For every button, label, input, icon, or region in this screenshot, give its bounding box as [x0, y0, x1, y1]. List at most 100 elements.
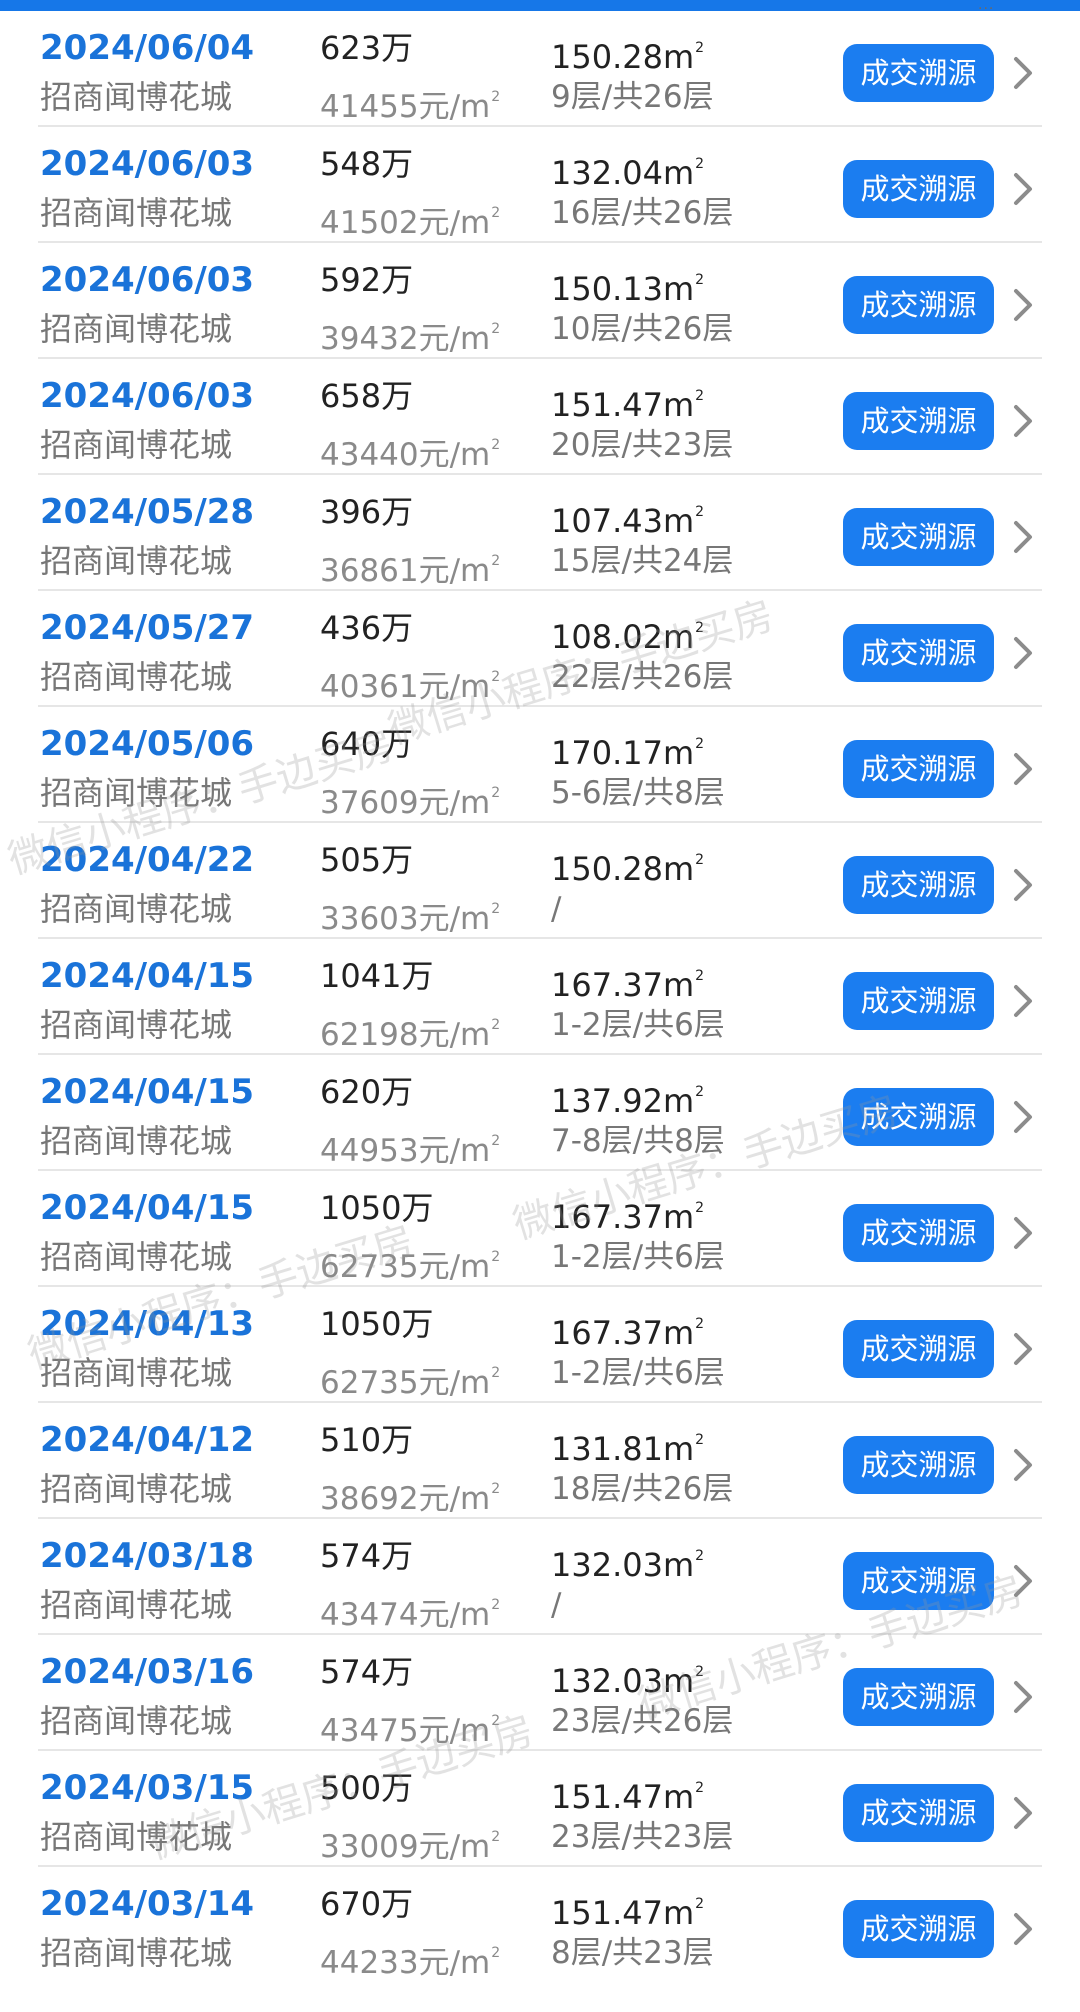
list-item[interactable]: 2024/05/27 招商闻博花城 436万 40361元/m2 108.02m2 22层…	[0, 591, 1080, 707]
transaction-date: 2024/06/03	[40, 144, 255, 184]
list-item[interactable]: 2024/04/15 招商闻博花城 620万 44953元/m2 137.92m2 7-8…	[0, 1055, 1080, 1171]
list-item[interactable]: 2024/04/15 招商闻博花城 1050万 62735元/m2 167.37m2 1-…	[0, 1171, 1080, 1287]
total-price: 1050万	[320, 1305, 434, 1343]
chevron-right-icon[interactable]	[1010, 519, 1038, 555]
trace-button[interactable]: 成交溯源	[843, 1784, 994, 1842]
chevron-right-icon[interactable]	[1010, 1447, 1038, 1483]
community-name: 招商闻博花城	[40, 1006, 233, 1044]
chevron-right-icon[interactable]	[1010, 1795, 1038, 1831]
transaction-date: 2024/05/28	[40, 492, 255, 532]
chevron-right-icon[interactable]	[1010, 171, 1038, 207]
chevron-right-icon[interactable]	[1010, 287, 1038, 323]
trace-button[interactable]: 成交溯源	[843, 1668, 994, 1726]
chevron-right-icon[interactable]	[1010, 1215, 1038, 1251]
transaction-date: 2024/05/06	[40, 724, 255, 764]
floor-info: 1-2层/共6层	[551, 1355, 725, 1391]
community-name: 招商闻博花城	[40, 1122, 233, 1160]
total-price: 436万	[320, 609, 414, 647]
floor-info: 16层/共26层	[551, 195, 734, 231]
list-item[interactable]: 2024/05/06 招商闻博花城 640万 37609元/m2 170.17m2 5-6…	[0, 707, 1080, 823]
list-item[interactable]: 2024/03/18 招商闻博花城 574万 43474元/m2 132.03m2/ 成交…	[0, 1519, 1080, 1635]
community-name: 招商闻博花城	[40, 1818, 233, 1856]
floor-area: 151.47m2	[551, 386, 705, 424]
floor-info: 23层/共26层	[551, 1703, 734, 1739]
top-accent-bar: ···	[0, 0, 1080, 16]
community-name: 招商闻博花城	[40, 1586, 233, 1624]
list-item[interactable]: 2024/03/14 招商闻博花城 670万 44233元/m2 151.47m2 8层/…	[0, 1867, 1080, 1983]
chevron-right-icon[interactable]	[1010, 867, 1038, 903]
chevron-right-icon[interactable]	[1010, 1679, 1038, 1715]
total-price: 592万	[320, 261, 414, 299]
trace-button[interactable]: 成交溯源	[843, 44, 994, 102]
list-item[interactable]: 2024/06/03 招商闻博花城 658万 43440元/m2 151.47m2 20层…	[0, 359, 1080, 475]
chevron-right-icon[interactable]	[1010, 55, 1038, 91]
community-name: 招商闻博花城	[40, 542, 233, 580]
trace-button[interactable]: 成交溯源	[843, 856, 994, 914]
total-price: 1050万	[320, 1189, 434, 1227]
list-item[interactable]: 2024/04/15 招商闻博花城 1041万 62198元/m2 167.37m2 1-…	[0, 939, 1080, 1055]
unit-price: 44953元/m2	[320, 1133, 501, 1169]
list-item[interactable]: 2024/03/15 招商闻博花城 500万 33009元/m2 151.47m2 23层…	[0, 1751, 1080, 1867]
chevron-right-icon[interactable]	[1010, 1331, 1038, 1367]
floor-area: 170.17m2	[551, 734, 705, 772]
floor-area: 150.28m2	[551, 850, 705, 888]
list-item[interactable]: 2024/06/03 招商闻博花城 548万 41502元/m2 132.04m2 16层…	[0, 127, 1080, 243]
total-price: 505万	[320, 841, 414, 879]
trace-button[interactable]: 成交溯源	[843, 392, 994, 450]
trace-button[interactable]: 成交溯源	[843, 276, 994, 334]
transaction-date: 2024/04/12	[40, 1420, 255, 1460]
community-name: 招商闻博花城	[40, 1354, 233, 1392]
transaction-date: 2024/04/22	[40, 840, 255, 880]
transaction-date: 2024/04/15	[40, 1188, 255, 1228]
trace-button[interactable]: 成交溯源	[843, 1900, 994, 1958]
community-name: 招商闻博花城	[40, 426, 233, 464]
trace-button[interactable]: 成交溯源	[843, 1436, 994, 1494]
transaction-date: 2024/06/04	[40, 28, 255, 68]
trace-button[interactable]: 成交溯源	[843, 1088, 994, 1146]
chevron-right-icon[interactable]	[1010, 983, 1038, 1019]
unit-price: 40361元/m2	[320, 669, 501, 705]
chevron-right-icon[interactable]	[1010, 1911, 1038, 1947]
total-price: 623万	[320, 29, 414, 67]
list-item[interactable]: 2024/04/13 招商闻博花城 1050万 62735元/m2 167.37m2 1-…	[0, 1287, 1080, 1403]
total-price: 548万	[320, 145, 414, 183]
unit-price: 36861元/m2	[320, 553, 501, 589]
community-name: 招商闻博花城	[40, 1934, 233, 1972]
list-item[interactable]: 2024/04/22 招商闻博花城 505万 33603元/m2 150.28m2/ 成交…	[0, 823, 1080, 939]
trace-button[interactable]: 成交溯源	[843, 1552, 994, 1610]
unit-price: 43474元/m2	[320, 1597, 501, 1633]
chevron-right-icon[interactable]	[1010, 751, 1038, 787]
floor-info: 5-6层/共8层	[551, 775, 725, 811]
trace-button[interactable]: 成交溯源	[843, 508, 994, 566]
unit-price: 41502元/m2	[320, 205, 501, 241]
floor-info: 7-8层/共8层	[551, 1123, 725, 1159]
floor-info: 22层/共26层	[551, 659, 734, 695]
list-item[interactable]: 2024/03/16 招商闻博花城 574万 43475元/m2 132.03m2 23层…	[0, 1635, 1080, 1751]
trace-button[interactable]: 成交溯源	[843, 160, 994, 218]
trace-button[interactable]: 成交溯源	[843, 1204, 994, 1262]
list-item[interactable]: 2024/06/04 招商闻博花城 623万 41455元/m2 150.28m2 9层/…	[0, 11, 1080, 127]
floor-area: 108.02m2	[551, 618, 705, 656]
list-item[interactable]: 2024/05/28 招商闻博花城 396万 36861元/m2 107.43m2 15层…	[0, 475, 1080, 591]
chevron-right-icon[interactable]	[1010, 403, 1038, 439]
community-name: 招商闻博花城	[40, 194, 233, 232]
transaction-date: 2024/05/27	[40, 608, 255, 648]
floor-area: 132.03m2	[551, 1546, 705, 1584]
chevron-right-icon[interactable]	[1010, 635, 1038, 671]
trace-button[interactable]: 成交溯源	[843, 1320, 994, 1378]
chevron-right-icon[interactable]	[1010, 1099, 1038, 1135]
list-item[interactable]: 2024/04/12 招商闻博花城 510万 38692元/m2 131.81m2 18层…	[0, 1403, 1080, 1519]
floor-info: 9层/共26层	[551, 79, 714, 115]
list-item[interactable]: 2024/06/03 招商闻博花城 592万 39432元/m2 150.13m2 10层…	[0, 243, 1080, 359]
trace-button[interactable]: 成交溯源	[843, 624, 994, 682]
trace-button[interactable]: 成交溯源	[843, 972, 994, 1030]
floor-area: 167.37m2	[551, 966, 705, 1004]
total-price: 620万	[320, 1073, 414, 1111]
trace-button[interactable]: 成交溯源	[843, 740, 994, 798]
floor-info: 18层/共26层	[551, 1471, 734, 1507]
transaction-date: 2024/06/03	[40, 376, 255, 416]
total-price: 510万	[320, 1421, 414, 1459]
transaction-date: 2024/03/14	[40, 1884, 255, 1924]
chevron-right-icon[interactable]	[1010, 1563, 1038, 1599]
community-name: 招商闻博花城	[40, 78, 233, 116]
